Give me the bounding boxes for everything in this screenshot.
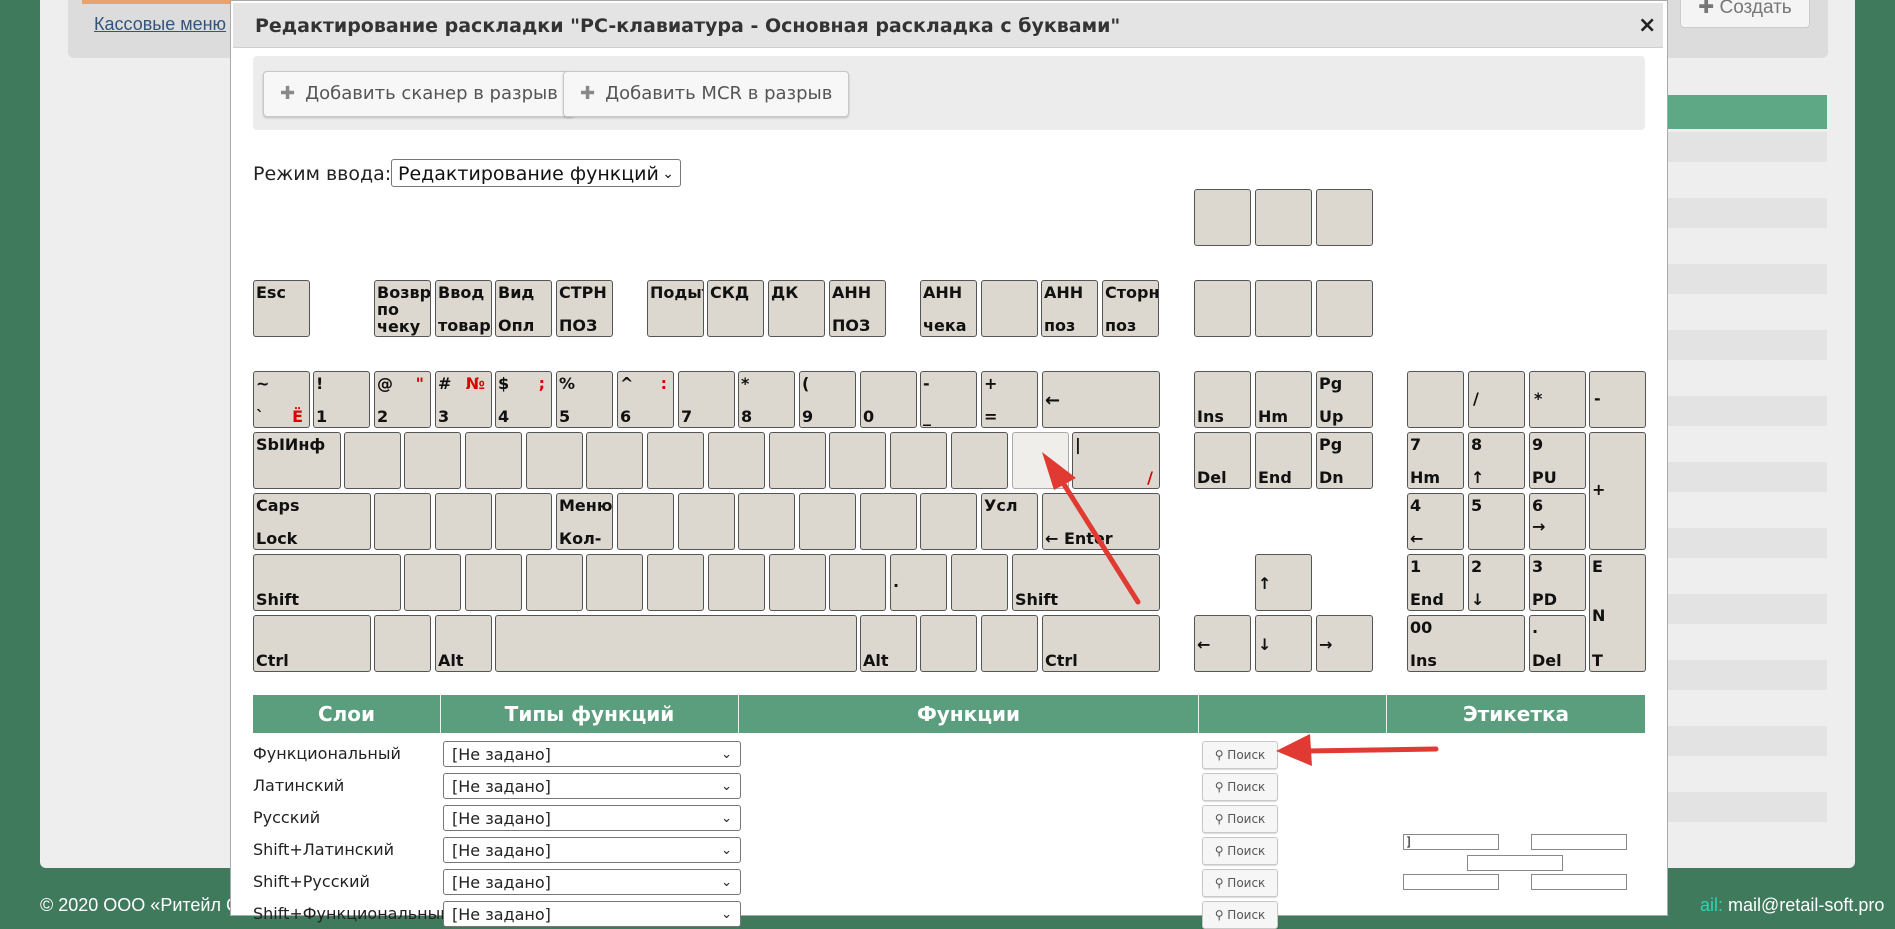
arrow-to-key (1042, 452, 1141, 605)
annotation-arrows (1042, 452, 1439, 766)
arrow-to-search-button (1276, 734, 1439, 766)
